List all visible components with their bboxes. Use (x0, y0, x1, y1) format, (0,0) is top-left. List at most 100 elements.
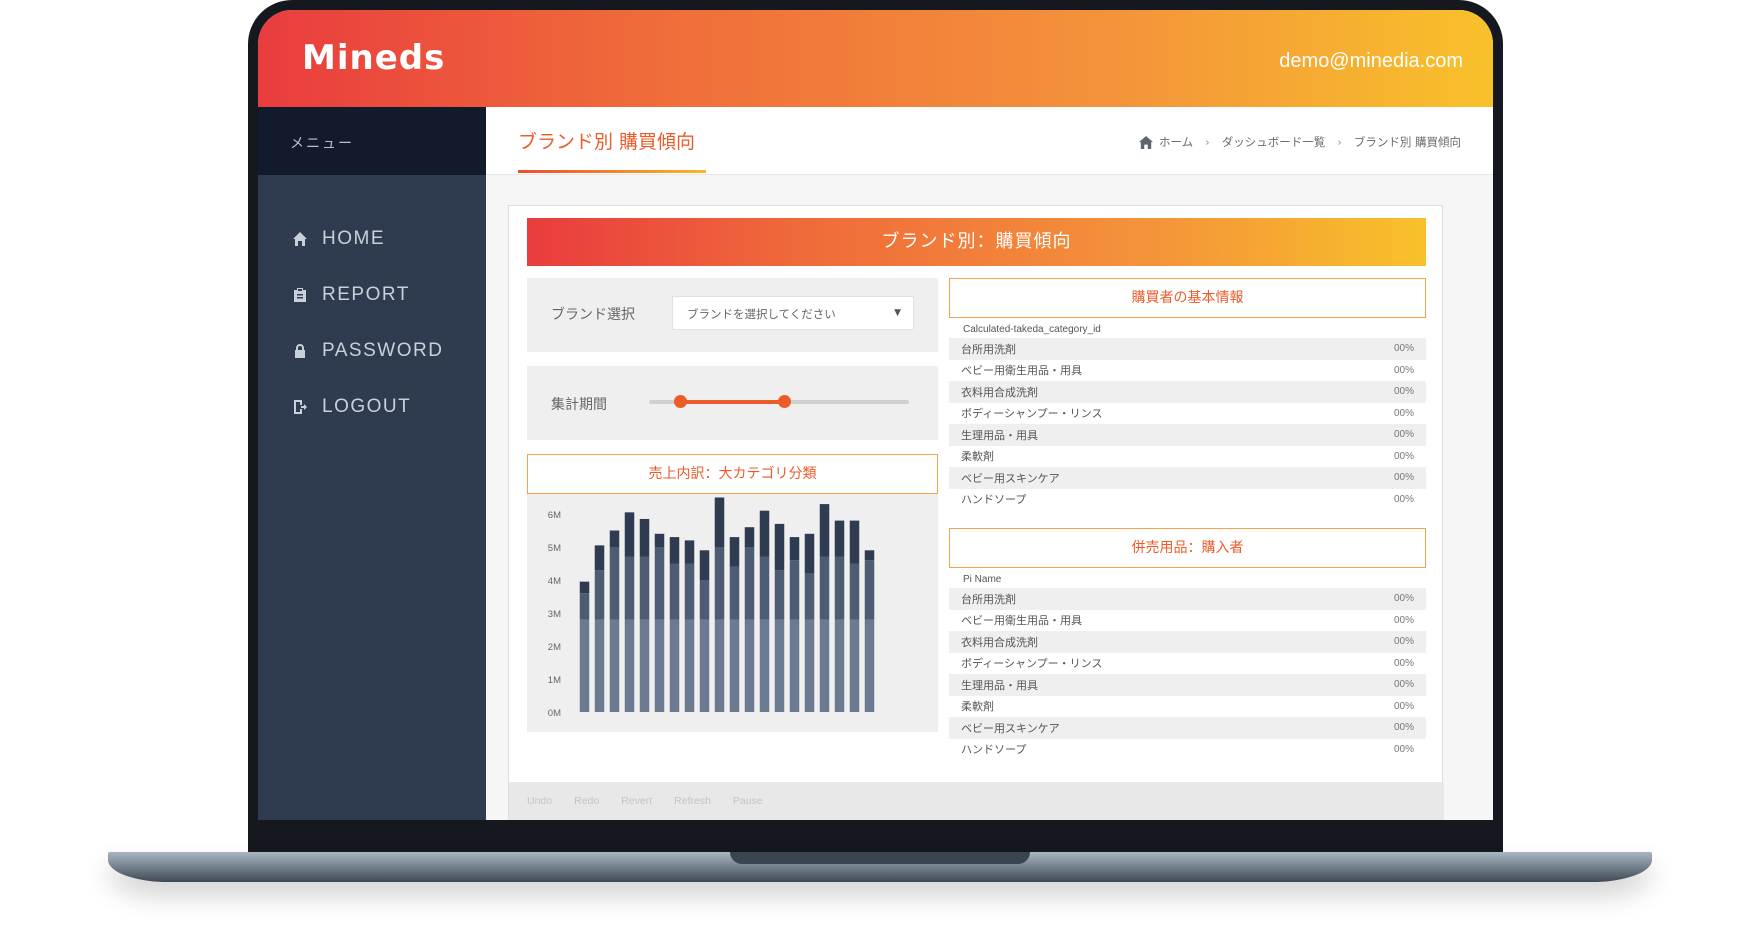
bar-segment[interactable] (669, 619, 680, 712)
bar-segment[interactable] (819, 556, 830, 620)
title-underline (518, 170, 706, 173)
bar-segment[interactable] (654, 547, 665, 620)
bar-segment[interactable] (594, 545, 605, 571)
bar-segment[interactable] (639, 619, 650, 712)
bar-segment[interactable] (804, 619, 815, 712)
bar-segment[interactable] (774, 570, 785, 620)
bar-segment[interactable] (669, 537, 680, 564)
bar-segment[interactable] (819, 619, 830, 712)
bar-segment[interactable] (789, 537, 800, 561)
bar-segment[interactable] (834, 556, 845, 620)
bar-segment[interactable] (684, 540, 695, 564)
sidebar-item-logout[interactable]: LOGOUT (258, 379, 486, 435)
bar-segment[interactable] (624, 619, 635, 712)
bar-segment[interactable] (744, 619, 755, 712)
user-email[interactable]: demo@minedia.com (1279, 50, 1463, 73)
bar-segment[interactable] (729, 619, 740, 712)
table-row: ボディーシャンプー・リンス 00% (949, 653, 1426, 675)
row-percent: 00% (1393, 386, 1414, 398)
bar-segment[interactable] (594, 570, 605, 620)
bar-segment[interactable] (819, 504, 830, 557)
bar-segment[interactable] (624, 512, 635, 557)
bar-segment[interactable] (729, 537, 740, 567)
sidebar-item-password[interactable]: PASSWORD (258, 323, 486, 379)
bar-segment[interactable] (609, 530, 620, 548)
bar-segment[interactable] (639, 556, 650, 620)
cosale-column-header: Pi Name (963, 574, 1002, 585)
buyer-info-table: 台所用洗剤 00% ベビー用衛生用品・用具 00% 衣料用合成洗剤 00% ボディーシャンプ… (949, 338, 1426, 510)
table-row: ベビー用スキンケア 00% (949, 467, 1426, 489)
bar-segment[interactable] (729, 566, 740, 620)
toolbar-link-undo[interactable]: Undo (527, 795, 552, 807)
bar-segment[interactable] (714, 547, 725, 620)
bar-segment[interactable] (699, 619, 710, 712)
breadcrumb: ホーム › ダッシュボード一覧 › ブランド別 購買傾向 (1139, 134, 1461, 150)
period-slider-handle-end[interactable] (778, 395, 792, 408)
top-header: Mineds demo@minedia.com (258, 10, 1493, 107)
bar-segment[interactable] (774, 619, 785, 712)
row-percent: 00% (1393, 429, 1414, 441)
brand-select[interactable]: ブランドを選択してください ▼ (672, 296, 914, 330)
app-logo[interactable]: Mineds (302, 38, 445, 78)
period-slider-handle-start[interactable] (674, 395, 688, 408)
breadcrumb-dashboards[interactable]: ダッシュボード一覧 (1222, 134, 1326, 150)
breadcrumb-separator: › (1205, 135, 1210, 149)
breadcrumb-home[interactable]: ホーム (1159, 134, 1193, 150)
bar-segment[interactable] (774, 523, 785, 571)
table-row: ハンドソープ 00% (949, 739, 1426, 761)
bar-segment[interactable] (609, 619, 620, 712)
sidebar-item-home[interactable]: HOME (258, 211, 486, 267)
bar-segment[interactable] (579, 581, 590, 594)
toolbar-link-revert[interactable]: Revert (621, 795, 652, 807)
bar-segment[interactable] (654, 533, 665, 547)
sidebar-item-report[interactable]: REPORT (258, 267, 486, 323)
row-name: 台所用洗剤 (961, 342, 1016, 356)
bar-segment[interactable] (849, 563, 860, 620)
bar-segment[interactable] (609, 547, 620, 620)
bar-segment[interactable] (849, 520, 860, 564)
table-row: 生理用品・用具 00% (949, 424, 1426, 446)
bar-segment[interactable] (654, 619, 665, 712)
clipboard-icon (294, 288, 306, 302)
bar-segment[interactable] (834, 520, 845, 557)
bar-segment[interactable] (864, 619, 875, 712)
y-tick-label: 0M (548, 708, 561, 719)
bar-segment[interactable] (804, 533, 815, 574)
bar-segment[interactable] (864, 560, 875, 620)
bar-segment[interactable] (759, 510, 770, 557)
row-name: ハンドソープ (961, 493, 1027, 507)
bar-segment[interactable] (699, 550, 710, 580)
bar-segment[interactable] (714, 497, 725, 548)
page-header: ブランド別 購買傾向 ホーム › ダッシュボード一覧 › ブランド別 購買傾向 (486, 107, 1493, 175)
bar-segment[interactable] (579, 619, 590, 712)
bar-segment[interactable] (594, 619, 605, 712)
bar-segment[interactable] (684, 563, 695, 620)
bar-segment[interactable] (849, 619, 860, 712)
bar-segment[interactable] (669, 563, 680, 620)
toolbar-footer: Undo Redo Revert Refresh Pause (509, 782, 1444, 820)
toolbar-link-refresh[interactable]: Refresh (674, 795, 711, 807)
bar-segment[interactable] (804, 573, 815, 620)
bar-segment[interactable] (639, 518, 650, 557)
bar-segment[interactable] (624, 556, 635, 620)
cosale-table: 台所用洗剤 00% ベビー用衛生用品・用具 00% 衣料用合成洗剤 00% ボディーシャンプ… (949, 588, 1426, 760)
bar-segment[interactable] (759, 556, 770, 620)
period-slider[interactable] (649, 395, 909, 408)
breadcrumb-current: ブランド別 購買傾向 (1353, 135, 1461, 149)
table-row: 台所用洗剤 00% (949, 588, 1426, 610)
bar-segment[interactable] (759, 619, 770, 712)
toolbar-link-pause[interactable]: Pause (733, 795, 763, 807)
bar-segment[interactable] (744, 547, 755, 620)
toolbar-link-redo[interactable]: Redo (574, 795, 599, 807)
bar-segment[interactable] (684, 619, 695, 712)
bar-segment[interactable] (864, 550, 875, 561)
bar-segment[interactable] (834, 619, 845, 712)
bar-segment[interactable] (789, 560, 800, 620)
bar-segment[interactable] (789, 619, 800, 712)
sidebar-item-label: LOGOUT (322, 396, 412, 417)
bar-segment[interactable] (744, 527, 755, 547)
bar-segment[interactable] (699, 580, 710, 620)
bar-segment[interactable] (579, 593, 590, 620)
bar-segment[interactable] (714, 619, 725, 712)
table-row: ベビー用衛生用品・用具 00% (949, 610, 1426, 632)
